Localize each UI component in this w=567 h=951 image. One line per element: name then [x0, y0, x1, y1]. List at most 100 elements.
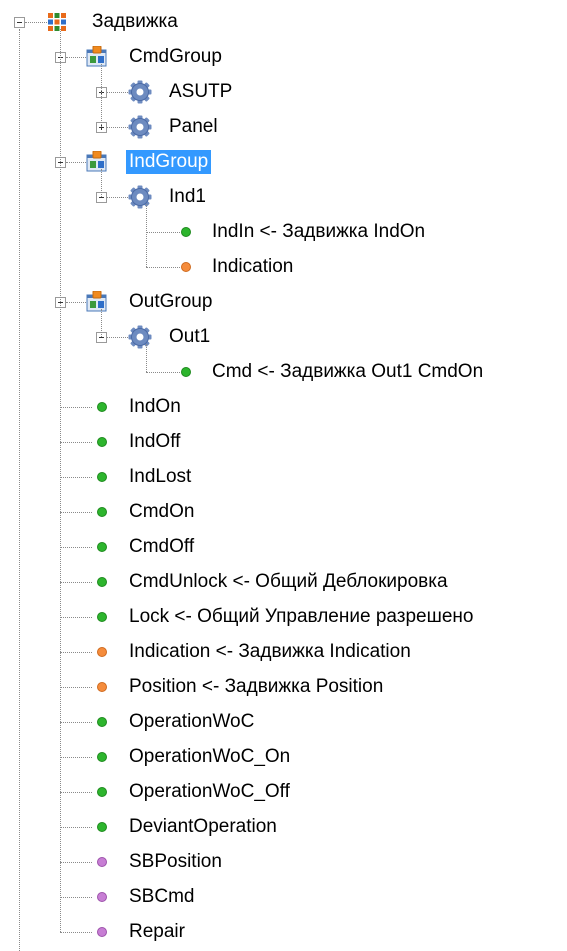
- tree-view[interactable]: Задвижка CmdGroup ASUTP Panel IndGroup Ind1 In…: [0, 0, 567, 951]
- tree-node-indgroup[interactable]: IndGroup: [126, 149, 212, 175]
- tree-leaf-signal[interactable]: Cmd <- Задвижка Out1 CmdOn: [209, 359, 486, 385]
- tree-signal-item[interactable]: Indication <- Задвижка Indication: [126, 639, 414, 665]
- tree-signal-item-label: IndOn: [129, 396, 181, 417]
- group-icon: [86, 150, 108, 179]
- tree-signal-item[interactable]: Position <- Задвижка Position: [126, 674, 386, 700]
- tree-node-outgroup[interactable]: OutGroup: [126, 289, 215, 315]
- tree-signal-item[interactable]: SBPosition: [126, 849, 225, 875]
- tree-signal-item[interactable]: IndOff: [126, 429, 183, 455]
- tree-node-ind1-label: Ind1: [169, 186, 206, 207]
- tree-guide-line: [19, 29, 20, 951]
- tree-leaf-signal[interactable]: IndIn <- Задвижка IndOn: [209, 219, 428, 245]
- green-status-dot-icon: [97, 542, 107, 552]
- tree-guide-line: [60, 827, 92, 828]
- green-status-dot-icon: [97, 612, 107, 622]
- green-status-dot-icon: [97, 822, 107, 832]
- tree-guide-line: [66, 162, 86, 163]
- tree-node-root-label: Задвижка: [92, 11, 178, 32]
- tree-guide-line: [146, 232, 180, 233]
- tree-signal-item[interactable]: CmdOn: [126, 499, 197, 525]
- tree-guide-line: [101, 64, 102, 127]
- tree-guide-line: [107, 92, 128, 93]
- tree-guide-line: [60, 547, 92, 548]
- tree-signal-item-label: Indication <- Задвижка Indication: [129, 641, 411, 662]
- tree-signal-item-label: Position <- Задвижка Position: [129, 676, 384, 697]
- gear-icon: [128, 325, 152, 355]
- tree-signal-item[interactable]: OperationWoC: [126, 709, 257, 735]
- green-status-dot-icon: [181, 227, 191, 237]
- green-status-dot-icon: [97, 577, 107, 587]
- tree-guide-line: [146, 267, 180, 268]
- tree-signal-item-label: OperationWoC_Off: [129, 781, 290, 802]
- tree-guide-line: [60, 617, 92, 618]
- tree-guide-line: [101, 309, 102, 337]
- green-status-dot-icon: [97, 752, 107, 762]
- tree-node-panel-label: Panel: [169, 116, 218, 137]
- orange-status-dot-icon: [97, 647, 107, 657]
- tree-guide-line: [60, 862, 92, 863]
- tree-guide-line: [107, 197, 128, 198]
- tree-guide-line: [60, 652, 92, 653]
- tree-signal-item-label: CmdUnlock <- Общий Деблокировка: [129, 571, 448, 592]
- orange-status-dot-icon: [97, 682, 107, 692]
- tree-guide-line: [146, 372, 180, 373]
- tree-signal-item[interactable]: OperationWoC_On: [126, 744, 293, 770]
- tree-signal-item[interactable]: DeviantOperation: [126, 814, 280, 840]
- tree-signal-item[interactable]: SBCmd: [126, 884, 197, 910]
- tree-guide-line: [146, 344, 147, 372]
- tree-signal-item[interactable]: IndLost: [126, 464, 194, 490]
- tree-signal-item[interactable]: Lock <- Общий Управление разрешено: [126, 604, 476, 630]
- tree-guide-line: [107, 337, 128, 338]
- tree-node-root[interactable]: Задвижка: [89, 9, 181, 35]
- green-status-dot-icon: [97, 787, 107, 797]
- tree-node-outgroup-label: OutGroup: [129, 291, 213, 312]
- tree-signal-item[interactable]: CmdUnlock <- Общий Деблокировка: [126, 569, 451, 595]
- tree-guide-line: [60, 932, 92, 933]
- tree-guide-line: [60, 477, 92, 478]
- tree-node-panel[interactable]: Panel: [166, 114, 221, 140]
- group-icon: [86, 45, 108, 74]
- tree-guide-line: [60, 897, 92, 898]
- tree-node-out1[interactable]: Out1: [166, 324, 213, 350]
- green-status-dot-icon: [97, 507, 107, 517]
- tree-signal-item[interactable]: CmdOff: [126, 534, 197, 560]
- tree-signal-item[interactable]: IndOn: [126, 394, 184, 420]
- group-icon: [86, 290, 108, 319]
- tree-leaf-signal-label: IndIn <- Задвижка IndOn: [212, 221, 426, 242]
- purple-status-dot-icon: [97, 857, 107, 867]
- gear-icon: [128, 185, 152, 215]
- tree-guide-line: [146, 204, 147, 267]
- tree-signal-item-label: IndOff: [129, 431, 181, 452]
- tree-signal-item-label: Repair: [129, 921, 185, 942]
- tree-signal-item[interactable]: OperationWoC_Off: [126, 779, 293, 805]
- gear-icon: [128, 115, 152, 145]
- tree-node-cmdgroup[interactable]: CmdGroup: [126, 44, 225, 70]
- tree-leaf-signal[interactable]: Indication: [209, 254, 296, 280]
- tree-guide-line: [25, 22, 47, 23]
- grid-icon: [46, 11, 68, 39]
- gear-icon: [128, 80, 152, 110]
- tree-node-asutp-label: ASUTP: [169, 81, 233, 102]
- orange-status-dot-icon: [181, 262, 191, 272]
- tree-guide-line: [60, 442, 92, 443]
- tree-guide-line: [66, 57, 86, 58]
- tree-guide-line: [60, 407, 92, 408]
- purple-status-dot-icon: [97, 892, 107, 902]
- tree-signal-item-label: DeviantOperation: [129, 816, 277, 837]
- tree-signal-item-label: CmdOn: [129, 501, 195, 522]
- tree-node-indgroup-label: IndGroup: [126, 150, 212, 174]
- tree-signal-item-label: OperationWoC_On: [129, 746, 291, 767]
- tree-node-out1-label: Out1: [169, 326, 211, 347]
- green-status-dot-icon: [97, 717, 107, 727]
- tree-node-asutp[interactable]: ASUTP: [166, 79, 235, 105]
- tree-node-cmdgroup-label: CmdGroup: [129, 46, 222, 67]
- tree-guide-line: [60, 722, 92, 723]
- root-collapse-toggle[interactable]: [14, 17, 25, 28]
- tree-signal-item-label: IndLost: [129, 466, 192, 487]
- tree-node-ind1[interactable]: Ind1: [166, 184, 209, 210]
- tree-signal-item-label: CmdOff: [129, 536, 195, 557]
- tree-guide-line: [60, 29, 61, 932]
- tree-guide-line: [101, 169, 102, 197]
- tree-signal-item[interactable]: Repair: [126, 919, 188, 945]
- tree-signal-item-label: Lock <- Общий Управление разрешено: [129, 606, 474, 627]
